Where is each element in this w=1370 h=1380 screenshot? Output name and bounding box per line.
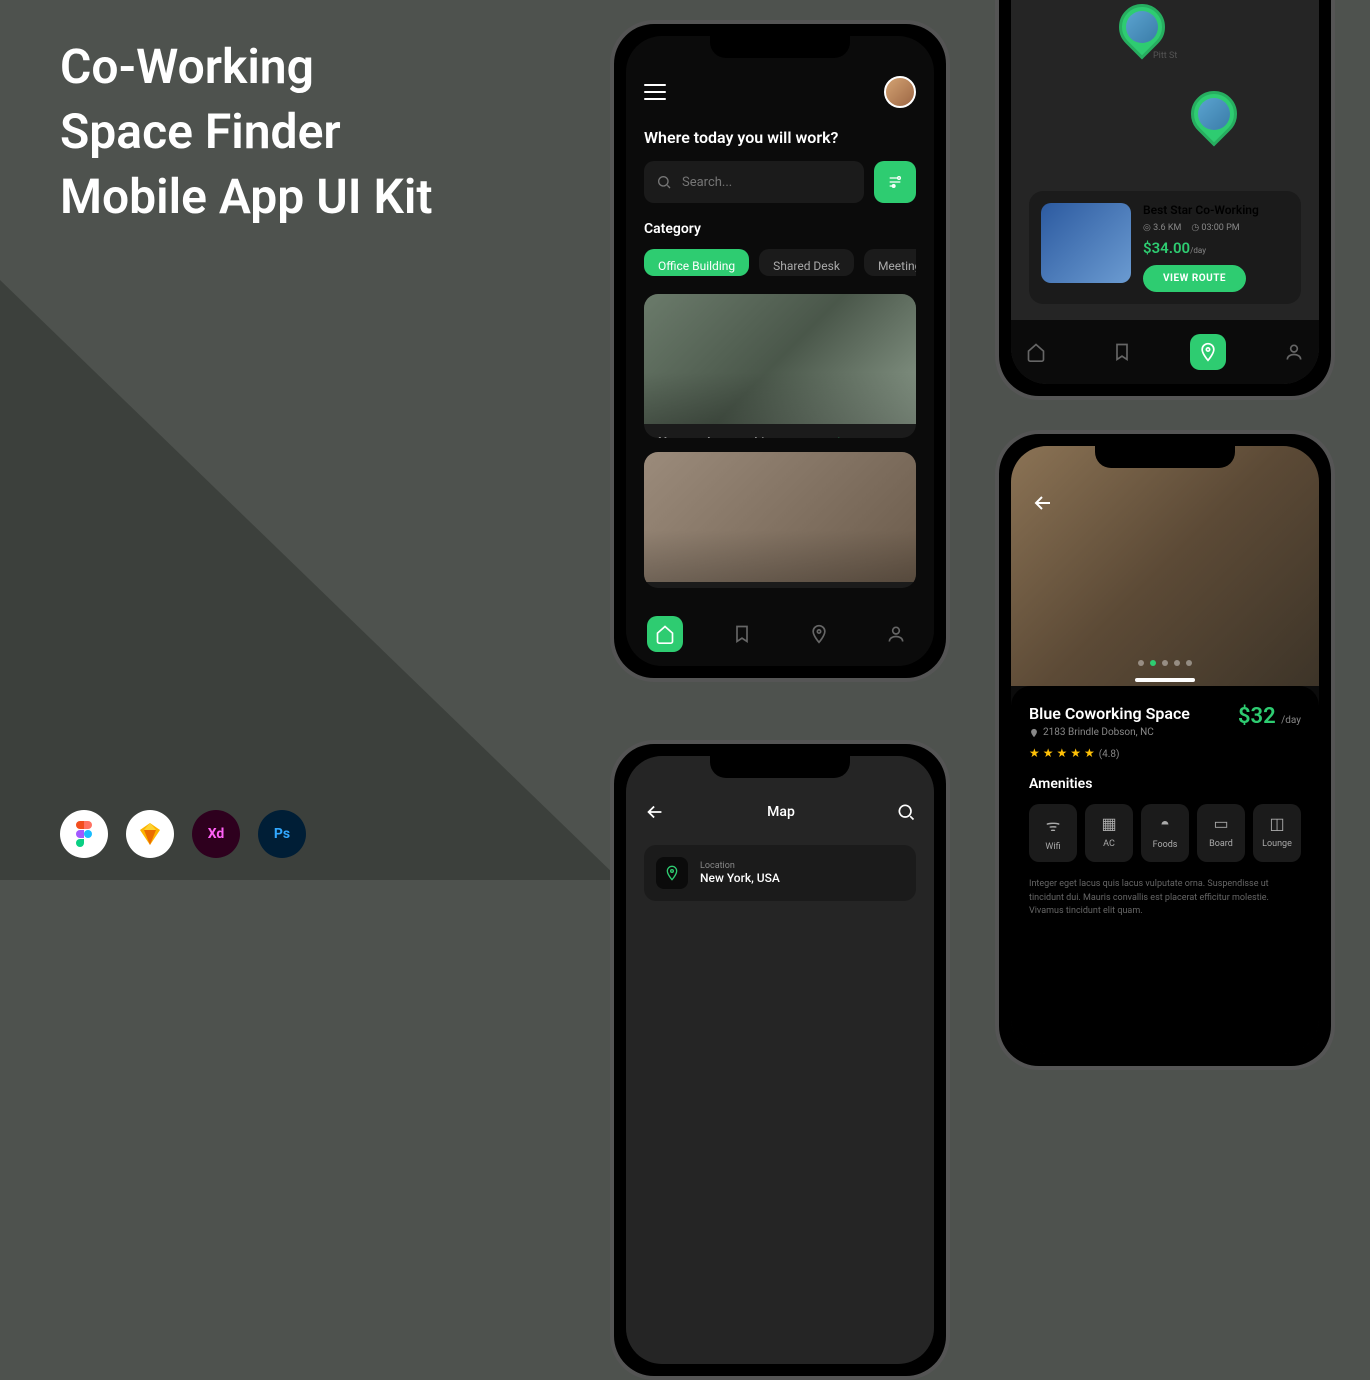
- view-route-button[interactable]: VIEW ROUTE: [1143, 265, 1246, 292]
- filter-button[interactable]: [874, 161, 916, 203]
- bottom-nav: [626, 602, 934, 666]
- bottom-nav: [1011, 320, 1319, 384]
- user-icon: [886, 624, 906, 644]
- arrow-left-icon: [1031, 491, 1055, 515]
- lounge-icon: ◫: [1269, 814, 1284, 833]
- amenity-ac[interactable]: ▦AC: [1085, 804, 1133, 862]
- amenity-board[interactable]: ▭Board: [1197, 804, 1245, 862]
- time-meta: ◷ 03:00 PM: [1191, 223, 1239, 233]
- search-icon: [656, 174, 672, 190]
- ac-icon: ▦: [1101, 814, 1116, 833]
- board-icon: ▭: [1213, 814, 1228, 833]
- map-card-price: $34.00/day: [1143, 239, 1289, 257]
- chip-shared-desk[interactable]: Shared Desk: [759, 249, 854, 276]
- pager-dots[interactable]: [1138, 660, 1192, 666]
- chip-office-building[interactable]: Office Building: [644, 249, 749, 276]
- search-field[interactable]: [682, 175, 852, 190]
- nav-bookmark[interactable]: [724, 616, 760, 652]
- pin-icon: [809, 624, 829, 644]
- pin-icon: [664, 865, 680, 881]
- bg-decoration: [0, 280, 620, 880]
- location-value: New York, USA: [700, 871, 780, 885]
- listing-card[interactable]: Star Office co-working $25.00/day: [644, 452, 916, 588]
- bookmark-icon: [1112, 342, 1132, 362]
- phone-map-screen: Pitt St Best Star Co-Working ◎ 3.6 KM ◷ …: [995, 0, 1335, 400]
- map-result-card[interactable]: Best Star Co-Working ◎ 3.6 KM ◷ 03:00 PM…: [1029, 191, 1301, 304]
- home-icon: [1026, 342, 1046, 362]
- notch: [710, 756, 850, 778]
- search-icon: [896, 802, 916, 822]
- map-title: Map: [767, 804, 795, 820]
- listing-card[interactable]: Neonatal co-working California, USA $30.…: [644, 294, 916, 438]
- amenity-wifi[interactable]: ᯤWifi: [1029, 804, 1077, 862]
- user-icon: [1284, 342, 1304, 362]
- avatar[interactable]: [884, 76, 916, 108]
- sketch-icon: [126, 810, 174, 858]
- listing-price: $30.00/day: [834, 436, 902, 438]
- title-line-2: Space Finder: [60, 103, 341, 160]
- detail-price: $32 /day: [1238, 704, 1301, 729]
- pin-icon: [1198, 342, 1218, 362]
- amenity-foods[interactable]: ◓Foods: [1141, 804, 1189, 862]
- search-button[interactable]: [896, 802, 916, 822]
- tool-icons-row: Xd Ps: [60, 810, 306, 858]
- map-card-image: [1041, 203, 1131, 283]
- pin-icon: [1029, 728, 1039, 738]
- rating-stars: ★ ★ ★ ★ ★(4.8): [1029, 746, 1301, 760]
- wifi-icon: ᯤ: [1046, 814, 1061, 836]
- nav-home[interactable]: [647, 616, 683, 652]
- notch: [710, 36, 850, 58]
- detail-address: 2183 Brindle Dobson, NC: [1029, 727, 1190, 738]
- location-card[interactable]: Location New York, USA: [644, 845, 916, 901]
- distance-meta: ◎ 3.6 KM: [1143, 223, 1181, 233]
- listing-title: Neonatal co-working: [658, 436, 779, 438]
- back-button[interactable]: [644, 801, 666, 823]
- menu-icon[interactable]: [644, 84, 666, 100]
- arrow-left-icon: [644, 801, 666, 823]
- location-label: Location: [700, 861, 780, 871]
- notch: [1095, 446, 1235, 468]
- location-pin-icon: [656, 857, 688, 889]
- map-pin[interactable]: [1181, 81, 1246, 146]
- phone-map-location-screen: Map Location New York, USA: [610, 740, 950, 1380]
- phone-detail-screen: Blue Coworking Space 2183 Brindle Dobson…: [995, 430, 1335, 1070]
- ps-icon: Ps: [258, 810, 306, 858]
- title-line-3: Mobile App UI Kit: [60, 168, 433, 225]
- amenity-lounge[interactable]: ◫Lounge: [1253, 804, 1301, 862]
- back-button[interactable]: [1031, 491, 1055, 515]
- nav-profile[interactable]: [878, 616, 914, 652]
- listing-image: [644, 294, 916, 424]
- phone-home-screen: Where today you will work? Category Offi…: [610, 20, 950, 682]
- nav-bookmark[interactable]: [1104, 334, 1140, 370]
- promo-title: Co-Working Space Finder Mobile App UI Ki…: [60, 35, 433, 229]
- search-input[interactable]: [644, 161, 864, 203]
- amenities-label: Amenities: [1029, 776, 1301, 792]
- sheet-handle[interactable]: [1135, 678, 1195, 682]
- detail-hero-image: [1011, 446, 1319, 686]
- sliders-icon: [887, 174, 903, 190]
- nav-profile[interactable]: [1276, 334, 1312, 370]
- detail-title: Blue Coworking Space: [1029, 704, 1190, 723]
- xd-icon: Xd: [192, 810, 240, 858]
- category-label: Category: [644, 221, 916, 237]
- description-text: Integer eget lacus quis lacus vulputate …: [1029, 878, 1301, 919]
- title-line-1: Co-Working: [60, 38, 314, 95]
- nav-location[interactable]: [801, 616, 837, 652]
- home-icon: [655, 624, 675, 644]
- food-icon: ◓: [1160, 814, 1170, 834]
- nav-location[interactable]: [1190, 334, 1226, 370]
- figma-icon: [60, 810, 108, 858]
- map-card-title: Best Star Co-Working: [1143, 203, 1289, 217]
- chip-meeting-room[interactable]: Meeting Ro: [864, 249, 916, 276]
- home-heading: Where today you will work?: [644, 128, 916, 147]
- nav-home[interactable]: [1018, 334, 1054, 370]
- listing-image: [644, 452, 916, 582]
- bookmark-icon: [732, 624, 752, 644]
